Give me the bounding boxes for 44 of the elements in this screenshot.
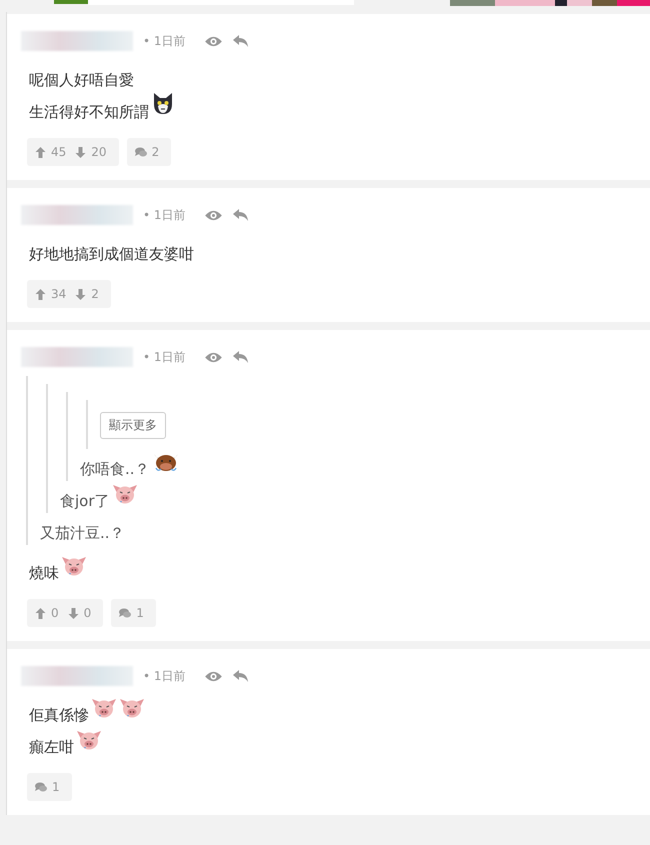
timestamp: • 1日前 xyxy=(143,32,186,50)
tab-marker xyxy=(54,0,88,4)
pig-sticker-icon xyxy=(91,697,117,719)
timestamp: • 1日前 xyxy=(143,668,186,684)
pig-sticker-icon xyxy=(112,483,138,505)
vote-button[interactable]: 0 0 xyxy=(27,599,104,627)
pig-sticker-icon xyxy=(119,697,145,719)
reply-icon[interactable] xyxy=(232,350,249,364)
reply-icon[interactable] xyxy=(232,34,249,48)
eye-icon[interactable] xyxy=(204,208,223,222)
downvote-icon xyxy=(75,288,86,300)
vote-button[interactable]: 34 2 xyxy=(27,280,111,308)
cat-sticker-icon xyxy=(151,92,175,116)
comment-text: 呢個人好唔自愛 xyxy=(29,70,134,91)
upvote-icon xyxy=(35,288,46,300)
upvote-icon xyxy=(35,146,46,158)
speech-bubbles-icon xyxy=(35,782,47,792)
pig-sticker-icon xyxy=(61,555,87,577)
comment-text: 你唔食..？ xyxy=(80,459,150,480)
reply-icon[interactable] xyxy=(232,208,249,222)
show-more-button[interactable]: 顯示更多 xyxy=(100,412,166,439)
comment-text: 食jor了 xyxy=(60,491,110,512)
pig-sticker-icon xyxy=(76,729,102,751)
upvote-icon xyxy=(35,608,46,618)
speech-bubbles-icon xyxy=(119,608,132,618)
comment-text: 又茄汁豆..？ xyxy=(40,523,125,544)
replies-button[interactable]: 1 xyxy=(111,599,156,627)
comment-text: 生活得好不知所謂 xyxy=(29,102,149,123)
comment-text: 癲左咁 xyxy=(29,737,74,758)
downvote-icon xyxy=(75,146,86,158)
replies-button[interactable]: 1 xyxy=(27,773,72,801)
vote-button[interactable]: 45 20 xyxy=(27,138,119,166)
timestamp: • 1日前 xyxy=(143,348,186,366)
reply-icon[interactable] xyxy=(232,669,249,683)
eye-icon[interactable] xyxy=(204,350,223,364)
comment-text: 好地地搞到成個道友婆咁 xyxy=(29,244,194,265)
comment-text: 燒味 xyxy=(29,563,59,584)
downvote-icon xyxy=(68,608,79,618)
replies-button[interactable]: 2 xyxy=(126,138,172,166)
comment-text: 佢真係慘 xyxy=(29,705,89,726)
eye-icon[interactable] xyxy=(204,34,223,48)
timestamp: • 1日前 xyxy=(143,206,186,224)
eye-icon[interactable] xyxy=(204,670,223,682)
speech-bubbles-icon xyxy=(134,147,147,157)
